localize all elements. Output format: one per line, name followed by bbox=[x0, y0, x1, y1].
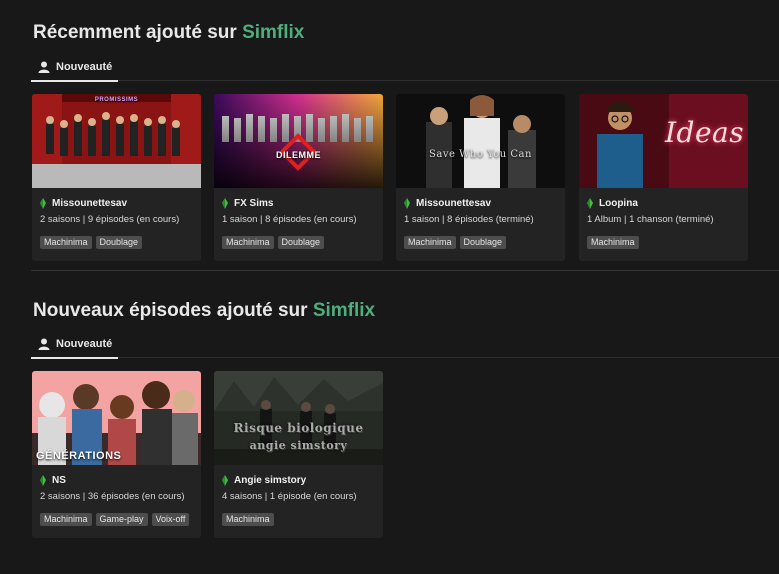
series-thumbnail[interactable]: Save Who You Can bbox=[396, 94, 565, 188]
series-card[interactable]: Save Who You Can Missounettesav 1 saison… bbox=[396, 94, 565, 261]
series-card[interactable]: Risque biologique angie simstory Angie s… bbox=[214, 371, 383, 538]
tab-label: Nouveauté bbox=[56, 338, 113, 350]
tab-bar-divider bbox=[31, 357, 779, 358]
section-title-new-episodes: Nouveaux épisodes ajouté sur Simflix bbox=[33, 300, 375, 322]
plumbob-icon bbox=[40, 475, 46, 486]
author[interactable]: Missounettesav bbox=[404, 198, 491, 209]
series-card[interactable]: DILEMME FX Sims 1 saison | 8 épisodes (e… bbox=[214, 94, 383, 261]
series-card[interactable]: GÉNÉRATIONS NS 2 saisons | 36 épisodes (… bbox=[32, 371, 201, 538]
series-thumbnail[interactable]: Risque biologique angie simstory bbox=[214, 371, 383, 465]
series-meta: 1 saison | 8 épisodes (terminé) bbox=[404, 214, 534, 225]
tag[interactable]: Doublage bbox=[95, 236, 143, 249]
tab-bar-divider bbox=[31, 80, 779, 81]
series-thumbnail[interactable]: PROMISSIMS bbox=[32, 94, 201, 188]
series-meta: 2 saisons | 36 épisodes (en cours) bbox=[40, 491, 185, 502]
plumbob-icon bbox=[222, 475, 228, 486]
tag[interactable]: Machinima bbox=[222, 513, 274, 526]
section-title-text: Nouveaux épisodes ajouté sur bbox=[33, 300, 313, 321]
thumbnail-title: DILEMME bbox=[276, 150, 321, 160]
tag[interactable]: Machinima bbox=[404, 236, 456, 249]
series-thumbnail[interactable]: GÉNÉRATIONS bbox=[32, 371, 201, 465]
tag[interactable]: Machinima bbox=[222, 236, 274, 249]
section-title-text: Récemment ajouté sur bbox=[33, 22, 243, 43]
plumbob-icon bbox=[40, 198, 46, 209]
tag[interactable]: Doublage bbox=[277, 236, 325, 249]
thumbnail-image bbox=[214, 94, 383, 188]
thumbnail-title: GÉNÉRATIONS bbox=[36, 450, 122, 462]
tag-list: Machinima Doublage bbox=[222, 236, 325, 249]
series-meta: 1 saison | 8 épisodes (en cours) bbox=[222, 214, 357, 225]
series-card[interactable]: Ideas Loopina 1 Album | 1 chanson (termi… bbox=[579, 94, 748, 261]
author[interactable]: Missounettesav bbox=[40, 198, 127, 209]
author-name: NS bbox=[52, 475, 66, 486]
tag[interactable]: Machinima bbox=[587, 236, 639, 249]
author-name: Missounettesav bbox=[52, 198, 128, 209]
tag-list: Machinima Doublage bbox=[404, 236, 507, 249]
tag-list: Machinima Game-play Voix-off bbox=[40, 513, 190, 526]
tag[interactable]: Machinima bbox=[40, 513, 92, 526]
thumbnail-title: PROMISSIMS bbox=[94, 97, 139, 103]
author-name: Missounettesav bbox=[416, 198, 492, 209]
series-thumbnail[interactable]: DILEMME bbox=[214, 94, 383, 188]
thumbnail-title: Save Who You Can bbox=[429, 149, 532, 160]
plumbob-icon bbox=[404, 198, 410, 209]
series-meta: 1 Album | 1 chanson (terminé) bbox=[587, 214, 714, 225]
series-thumbnail[interactable]: Ideas bbox=[579, 94, 748, 188]
author-name: Loopina bbox=[599, 198, 638, 209]
plumbob-icon bbox=[587, 198, 593, 209]
thumbnail-image bbox=[396, 94, 565, 188]
series-meta: 2 saisons | 9 épisodes (en cours) bbox=[40, 214, 180, 225]
tab-label: Nouveauté bbox=[56, 61, 113, 73]
tag[interactable]: Game-play bbox=[95, 513, 148, 526]
author-name: Angie simstory bbox=[234, 475, 307, 486]
tag-list: Machinima bbox=[222, 513, 274, 526]
thumbnail-title-line1: Risque biologique bbox=[233, 421, 364, 435]
plumbob-icon bbox=[222, 198, 228, 209]
simflix-brand: Simflix bbox=[312, 300, 376, 321]
thumbnail-title-line2: angie simstory bbox=[249, 439, 348, 452]
series-card[interactable]: PROMISSIMS Missounettesav 2 saisons | 9 … bbox=[32, 94, 201, 261]
user-icon bbox=[38, 338, 50, 350]
tag[interactable]: Machinima bbox=[40, 236, 92, 249]
thumbnail-title: Ideas bbox=[665, 116, 745, 149]
author[interactable]: FX Sims bbox=[222, 198, 273, 209]
simflix-brand: Simflix bbox=[242, 22, 305, 43]
tag[interactable]: Voix-off bbox=[151, 513, 190, 526]
series-meta: 4 saisons | 1 épisode (en cours) bbox=[222, 491, 357, 502]
user-icon bbox=[38, 61, 50, 73]
tag-list: Machinima bbox=[587, 236, 639, 249]
author[interactable]: NS bbox=[40, 475, 66, 486]
author[interactable]: Angie simstory bbox=[222, 475, 306, 486]
author[interactable]: Loopina bbox=[587, 198, 638, 209]
section-divider bbox=[31, 270, 779, 271]
author-name: FX Sims bbox=[234, 198, 274, 209]
section-title-recent: Récemment ajouté sur Simflix bbox=[33, 22, 304, 44]
tab-nouveaute[interactable]: Nouveauté bbox=[31, 54, 119, 82]
tag-list: Machinima Doublage bbox=[40, 236, 143, 249]
thumbnail-image bbox=[32, 94, 201, 188]
tab-nouveaute[interactable]: Nouveauté bbox=[31, 331, 119, 359]
tag[interactable]: Doublage bbox=[459, 236, 507, 249]
